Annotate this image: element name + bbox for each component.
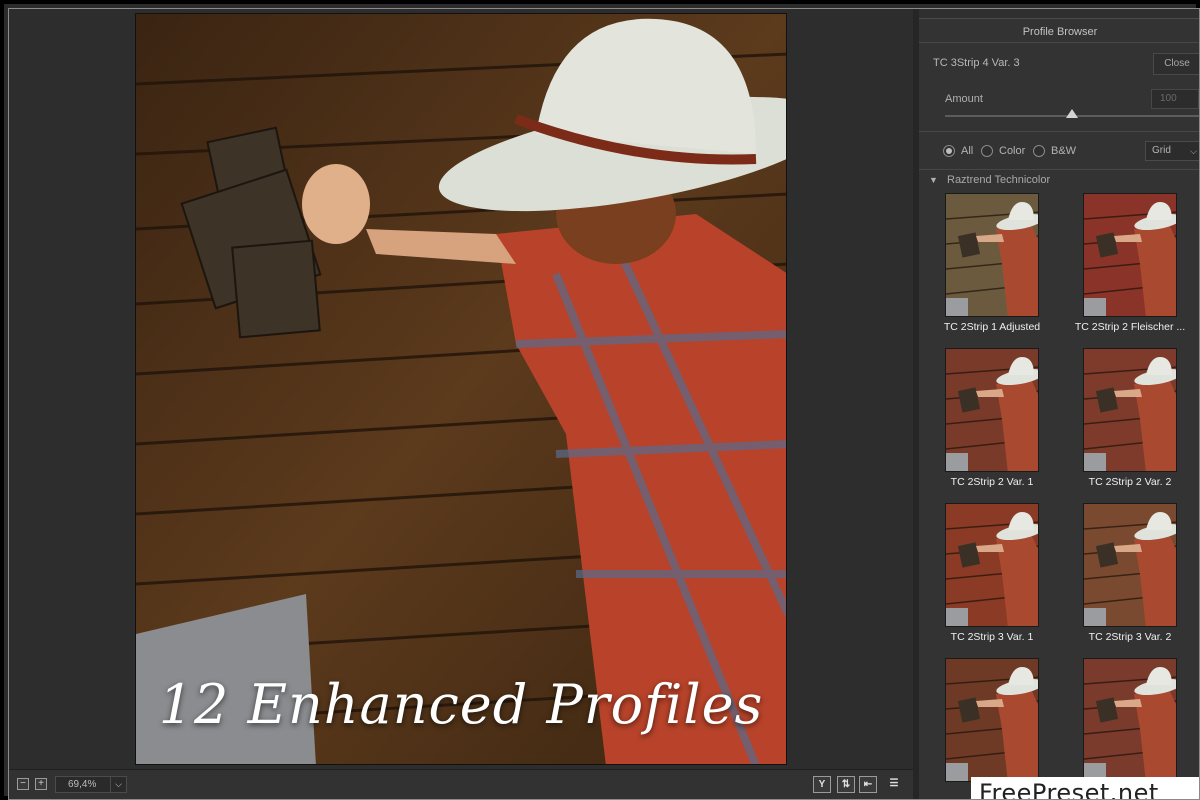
settings-sliders-icon[interactable]: ☰ — [885, 776, 903, 793]
amount-input[interactable]: 100 — [1151, 89, 1199, 109]
overlay-caption: 12 Enhanced Profiles — [158, 673, 764, 736]
profile-filter-row: All Color B&W Grid ⌵ — [919, 141, 1199, 163]
profile-tile[interactable]: TC 2Strip 3 Var. 2 — [1061, 503, 1199, 653]
filter-all-label[interactable]: All — [961, 145, 973, 157]
profile-tile-label: TC 2Strip 2 Var. 1 — [950, 476, 1034, 488]
profile-thumbnail[interactable] — [1083, 658, 1177, 782]
amount-slider-thumb[interactable] — [1066, 109, 1078, 118]
watermark: FreePreset.net — [971, 777, 1199, 799]
chevron-down-icon: ⌵ — [110, 777, 126, 792]
profile-tile-label: TC 2Strip 3 Var. 1 — [950, 631, 1034, 643]
screenshot-frame: 12 Enhanced Profiles − + 69,4% ⌵ Y ⇅ ⇤ ☰… — [0, 0, 1200, 800]
zoom-in-icon[interactable]: + — [35, 778, 47, 790]
profile-group-name: Raztrend Technicolor — [947, 174, 1051, 186]
view-mode-dropdown[interactable]: Grid ⌵ — [1145, 141, 1199, 161]
profile-tile[interactable]: TC 2Strip 2 Fleischer ... — [1061, 193, 1199, 343]
divider — [919, 131, 1199, 132]
profile-tile[interactable]: TC 2Strip 2 Var. 2 — [1061, 348, 1199, 498]
profile-thumbnail[interactable] — [1083, 503, 1177, 627]
copy-settings-icon[interactable]: ⇤ — [859, 776, 877, 793]
profile-thumbnail[interactable] — [1083, 348, 1177, 472]
filter-all-radio[interactable] — [943, 145, 955, 157]
profile-thumbnail[interactable] — [945, 193, 1039, 317]
profile-tile[interactable]: TC 2Strip 3 Var. 1 — [923, 503, 1061, 653]
profile-thumbnail[interactable] — [945, 658, 1039, 782]
divider — [919, 169, 1199, 170]
filter-bw-label[interactable]: B&W — [1051, 145, 1076, 157]
chevron-down-icon: ⌵ — [1190, 146, 1197, 156]
selected-profile-name: TC 3Strip 4 Var. 3 — [933, 57, 1020, 69]
profile-tile[interactable]: TC 2Strip 2 Var. 1 — [923, 348, 1061, 498]
zoom-level-dropdown[interactable]: 69,4% ⌵ — [55, 776, 127, 793]
amount-label: Amount — [945, 93, 983, 105]
profile-tile-label: TC 2Strip 2 Fleischer ... — [1074, 321, 1186, 333]
caret-down-icon[interactable]: ▼ — [929, 175, 938, 185]
app-window: 12 Enhanced Profiles − + 69,4% ⌵ Y ⇅ ⇤ ☰… — [8, 8, 1200, 800]
profile-thumbnail[interactable] — [1083, 193, 1177, 317]
profile-tile-label: TC 2Strip 1 Adjusted — [943, 321, 1041, 333]
profile-tile-label: TC 2Strip 3 Var. 2 — [1088, 631, 1172, 643]
bottom-toolbar: − + 69,4% ⌵ Y ⇅ ⇤ ☰ — [9, 769, 913, 799]
filter-bw-radio[interactable] — [1033, 145, 1045, 157]
photo-preview[interactable]: 12 Enhanced Profiles — [135, 13, 787, 765]
image-canvas[interactable]: 12 Enhanced Profiles — [9, 9, 913, 769]
profile-tile-label: TC 2Strip 2 Var. 2 — [1088, 476, 1172, 488]
view-mode-value: Grid — [1152, 145, 1171, 156]
panel-title: Profile Browser — [919, 21, 1199, 43]
photo-illustration — [136, 14, 786, 764]
zoom-out-icon[interactable]: − — [17, 778, 29, 790]
panel-tab-strip — [919, 9, 1199, 19]
filter-color-radio[interactable] — [981, 145, 993, 157]
filter-color-label[interactable]: Color — [999, 145, 1025, 157]
swap-icon[interactable]: ⇅ — [837, 776, 855, 793]
zoom-level-value: 69,4% — [68, 779, 97, 790]
profile-tile[interactable]: TC 2Strip 1 Adjusted — [923, 193, 1061, 343]
profile-grid: TC 2Strip 1 Adjusted TC 2Strip 2 Fleische… — [919, 193, 1199, 799]
profile-thumbnail[interactable] — [945, 503, 1039, 627]
profile-browser-panel: Profile Browser TC 3Strip 4 Var. 3 Close… — [913, 9, 1199, 799]
before-after-view-button[interactable]: Y — [813, 776, 831, 793]
close-button[interactable]: Close — [1153, 53, 1199, 75]
profile-thumbnail[interactable] — [945, 348, 1039, 472]
